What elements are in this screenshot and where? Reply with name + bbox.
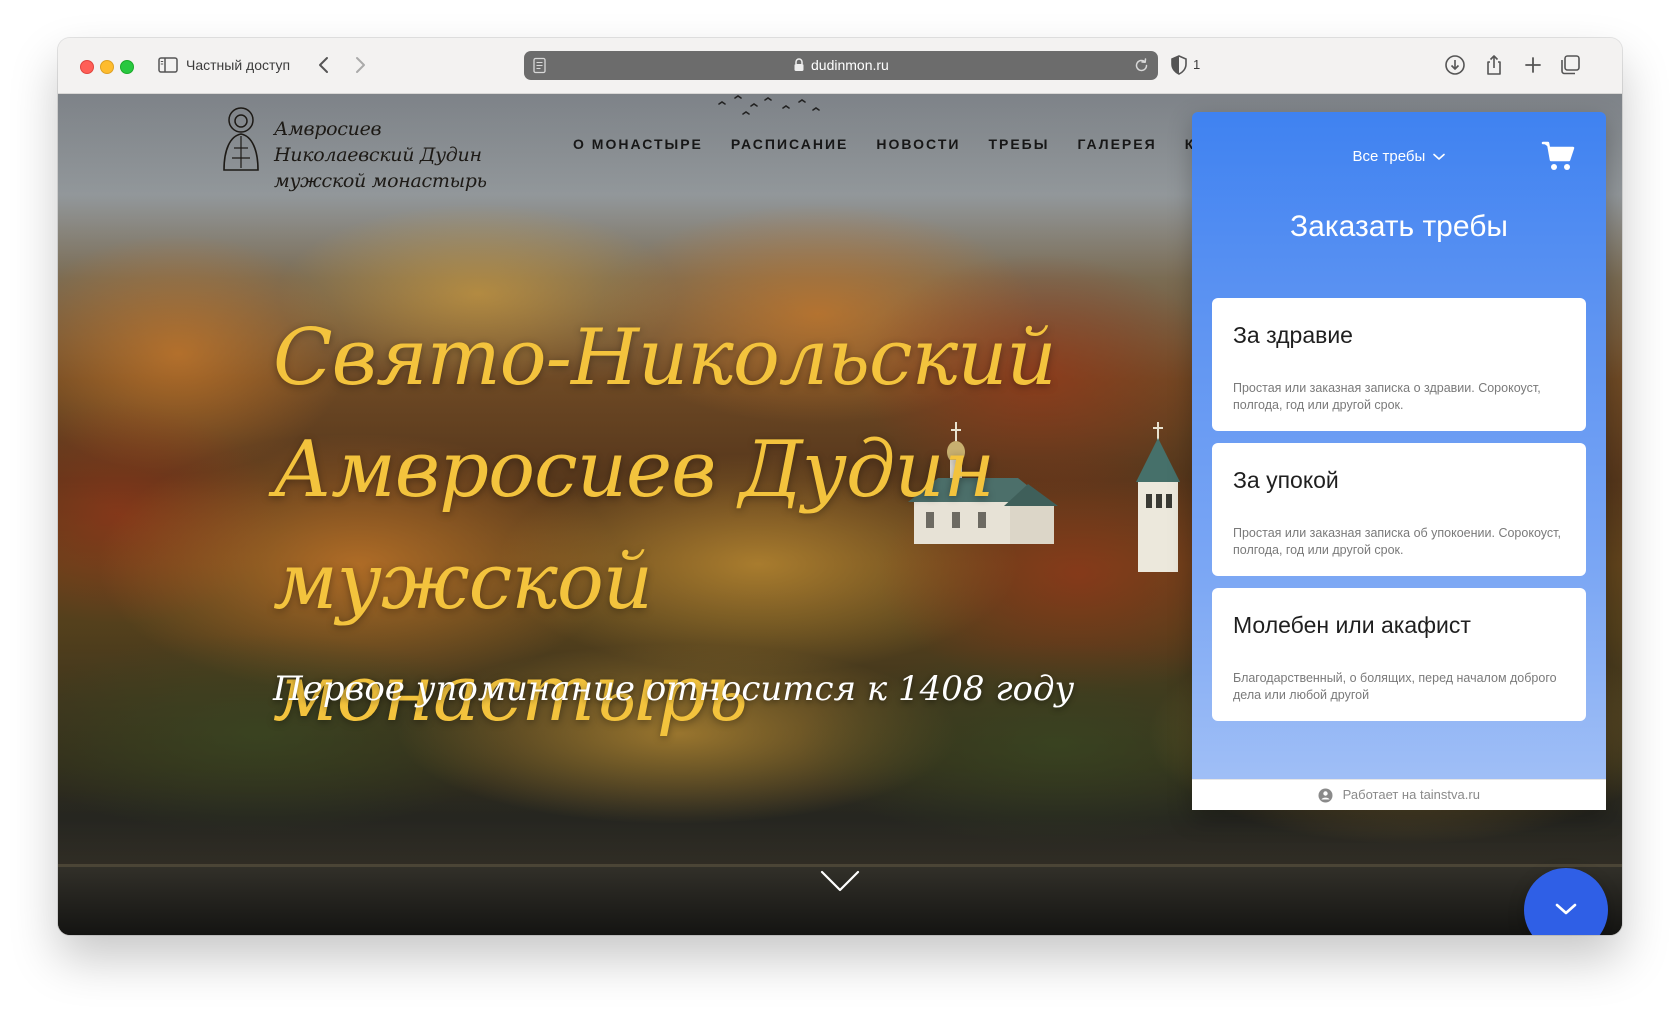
cart-icon[interactable] (1541, 138, 1577, 174)
sidebar-toggle-icon[interactable] (158, 57, 178, 73)
nav-item-news[interactable]: НОВОСТИ (876, 136, 960, 152)
chevron-down-icon (1555, 903, 1577, 915)
new-tab-icon[interactable] (1521, 53, 1545, 77)
service-card-description: Благодарственный, о болящих, перед начал… (1233, 671, 1557, 702)
minimize-window-button[interactable] (100, 60, 114, 74)
birds-decoration (718, 95, 820, 115)
nav-item-services[interactable]: ТРЕБЫ (988, 136, 1049, 152)
services-filter-label: Все требы (1352, 148, 1426, 165)
lock-icon (794, 58, 804, 71)
private-browsing-label: Частный доступ (186, 57, 291, 73)
forward-icon[interactable] (348, 53, 372, 77)
service-card-health[interactable]: За здравие Простая или заказная записка … (1212, 298, 1586, 431)
site-logo[interactable]: Амвросиев Николаевский Дудин мужской мон… (216, 104, 516, 192)
zoom-window-button[interactable] (120, 60, 134, 74)
browser-toolbar: Частный доступ dudinmon.ru 1 (58, 38, 1622, 94)
widget-title: Заказать требы (1290, 210, 1508, 243)
widget-footer[interactable]: Работает на tainstva.ru (1192, 779, 1606, 810)
address-bar[interactable]: dudinmon.ru (524, 51, 1158, 80)
back-icon[interactable] (312, 53, 336, 77)
url-text: dudinmon.ru (811, 57, 889, 73)
service-card-moleben[interactable]: Молебен или акафист Благодарственный, о … (1212, 588, 1586, 721)
nav-item-about[interactable]: О МОНАСТЫРЕ (573, 136, 703, 152)
download-icon[interactable] (1443, 53, 1467, 77)
browser-window: Частный доступ dudinmon.ru 1 Амвросиев Н… (58, 38, 1622, 935)
chevron-down-icon (1433, 153, 1446, 160)
nav-item-schedule[interactable]: РАСПИСАНИЕ (731, 136, 849, 152)
tracker-count: 1 (1193, 57, 1201, 72)
powered-by-text: Работает на tainstva.ru (1342, 787, 1480, 802)
service-card-repose[interactable]: За упокой Простая или заказная записка о… (1212, 443, 1586, 576)
order-services-widget: Все требы Заказать требы За здравие Прос… (1192, 112, 1606, 810)
reload-icon[interactable] (1133, 57, 1150, 74)
service-card-description: Простая или заказная записка об упокоени… (1233, 526, 1561, 557)
service-card-title: За упокой (1233, 467, 1339, 493)
service-card-title: Молебен или акафист (1233, 612, 1471, 638)
tabs-overview-icon[interactable] (1558, 53, 1582, 77)
service-card-title: За здравие (1233, 322, 1353, 348)
nav-item-gallery[interactable]: ГАЛЕРЕЯ (1077, 136, 1156, 152)
shield-icon[interactable] (1171, 55, 1187, 75)
main-navigation: О МОНАСТЫРЕ РАСПИСАНИЕ НОВОСТИ ТРЕБЫ ГАЛ… (573, 136, 1248, 152)
scroll-down-icon[interactable] (820, 870, 860, 892)
share-icon[interactable] (1482, 53, 1506, 77)
web-page: Амвросиев Николаевский Дудин мужской мон… (58, 94, 1622, 935)
service-card-description: Простая или заказная записка о здравии. … (1233, 381, 1541, 412)
saint-icon (223, 107, 259, 171)
reader-icon[interactable] (532, 57, 548, 74)
provider-logo-icon (1318, 788, 1333, 803)
close-window-button[interactable] (80, 60, 94, 74)
logo-text: Амвросиев Николаевский Дудин мужской мон… (274, 118, 487, 192)
hero-subtitle: Первое упоминание относится к 1408 году (273, 669, 1075, 709)
